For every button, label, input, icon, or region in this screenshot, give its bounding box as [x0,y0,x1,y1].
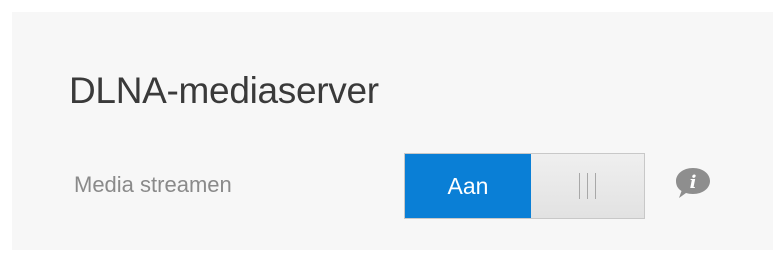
info-icon[interactable]: i [674,166,712,200]
grip-icon [579,173,596,199]
media-streaming-toggle[interactable]: Aan [404,153,645,219]
toggle-on-state[interactable]: Aan [405,154,531,218]
toggle-state-label: Aan [447,172,489,199]
dlna-settings-panel: DLNA-mediaserver Media streamen Aan i [12,12,773,250]
media-streaming-label: Media streamen [74,172,232,197]
svg-text:i: i [690,172,697,193]
section-title: DLNA-mediaserver [69,70,379,111]
toggle-handle[interactable] [531,154,644,218]
